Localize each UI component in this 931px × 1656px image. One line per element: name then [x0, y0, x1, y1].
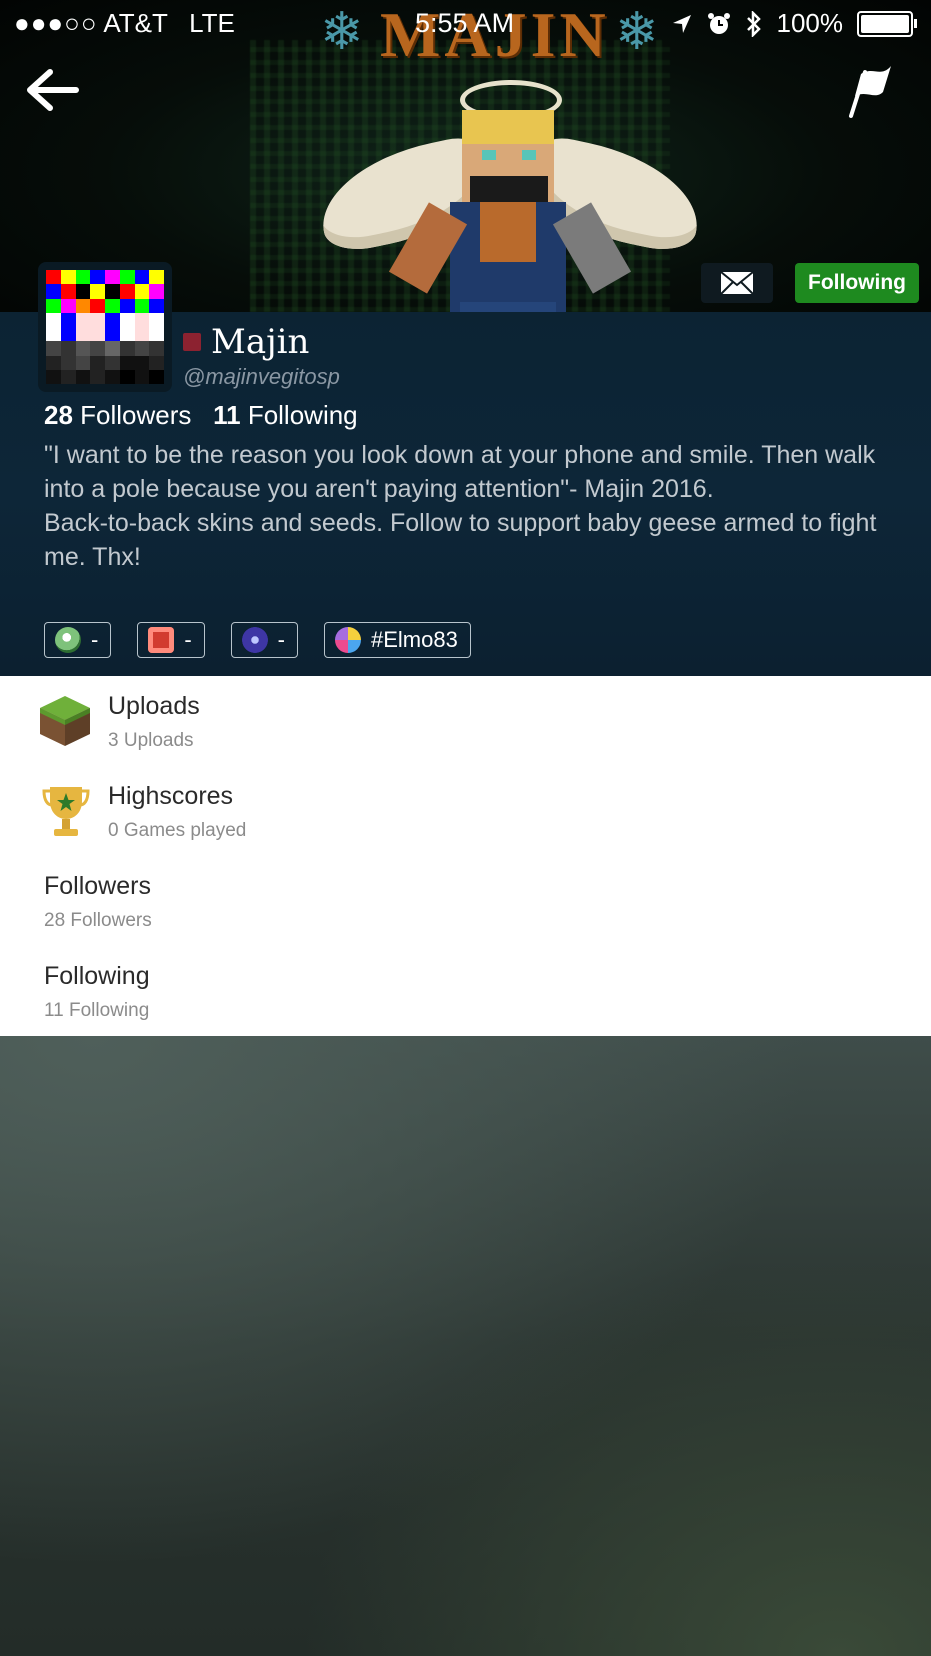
back-button[interactable] — [24, 68, 84, 118]
trophy-icon — [42, 787, 90, 836]
playstation-icon — [241, 627, 268, 653]
profile-bio: "I want to be the reason you look down a… — [44, 441, 877, 571]
name-row: Majin — [183, 322, 309, 362]
following-count[interactable]: 11 — [213, 400, 241, 430]
banner-character-image — [310, 80, 710, 312]
status-bar: ●●●○○ AT&T LTE 5:55 AM 100% — [0, 0, 931, 46]
profile-handle: @majinvegitosp — [183, 364, 340, 389]
network-type: LTE — [189, 8, 235, 38]
bluetooth-icon — [746, 10, 761, 37]
alarm-icon — [707, 12, 730, 34]
followers-subtitle: 28 Followers — [44, 910, 152, 931]
profile-menu-list: Uploads 3 Uploads Highscores 0 Games pla… — [0, 676, 931, 1036]
location-icon — [672, 14, 691, 33]
status-indicator — [183, 333, 201, 351]
followers-count[interactable]: 28 — [44, 400, 73, 430]
gamertag-value: - — [91, 627, 99, 652]
following-title: Following — [44, 962, 150, 990]
avatar[interactable] — [38, 262, 172, 392]
gamertag-row: - - - #Elmo83 — [44, 622, 471, 658]
following-button[interactable]: Following — [795, 263, 919, 303]
battery-icon — [857, 10, 917, 37]
list-item-following[interactable]: Following 11 Following — [0, 676, 931, 1021]
gamertag-value: - — [184, 627, 192, 652]
nintendo-icon — [148, 627, 175, 653]
highscores-title: Highscores — [108, 782, 234, 810]
nintendo-gamertag[interactable]: - — [137, 622, 205, 658]
highscores-subtitle: 0 Games played — [108, 820, 247, 841]
game-center-gamertag[interactable]: #Elmo83 — [323, 622, 471, 658]
arrow-left-icon — [27, 69, 79, 111]
blurred-background — [0, 1036, 931, 1656]
follow-counts: 28 Followers 11 Following — [44, 400, 358, 431]
signal-strength: ●●●○○ — [14, 8, 98, 38]
flag-icon — [849, 66, 891, 118]
following-subtitle: 11 Following — [44, 1000, 150, 1021]
carrier-name: AT&T — [103, 8, 168, 38]
envelope-icon — [720, 271, 754, 295]
gamertag-value: - — [277, 627, 285, 652]
playstation-gamertag[interactable]: - — [230, 622, 298, 658]
xbox-gamertag[interactable]: - — [44, 622, 112, 658]
report-button[interactable] — [845, 64, 895, 120]
message-button[interactable] — [701, 263, 773, 303]
gamertag-value: #Elmo83 — [370, 627, 458, 652]
followers-title: Followers — [44, 872, 151, 900]
followers-label[interactable]: Followers — [80, 400, 191, 430]
battery-percent: 100% — [776, 8, 844, 38]
following-label[interactable]: Following — [248, 400, 358, 430]
game-center-icon — [334, 627, 361, 653]
profile-name: Majin — [211, 322, 310, 362]
avatar-pixel-art — [46, 270, 164, 384]
xbox-icon — [55, 627, 81, 653]
status-time: 5:55 AM — [415, 8, 515, 38]
